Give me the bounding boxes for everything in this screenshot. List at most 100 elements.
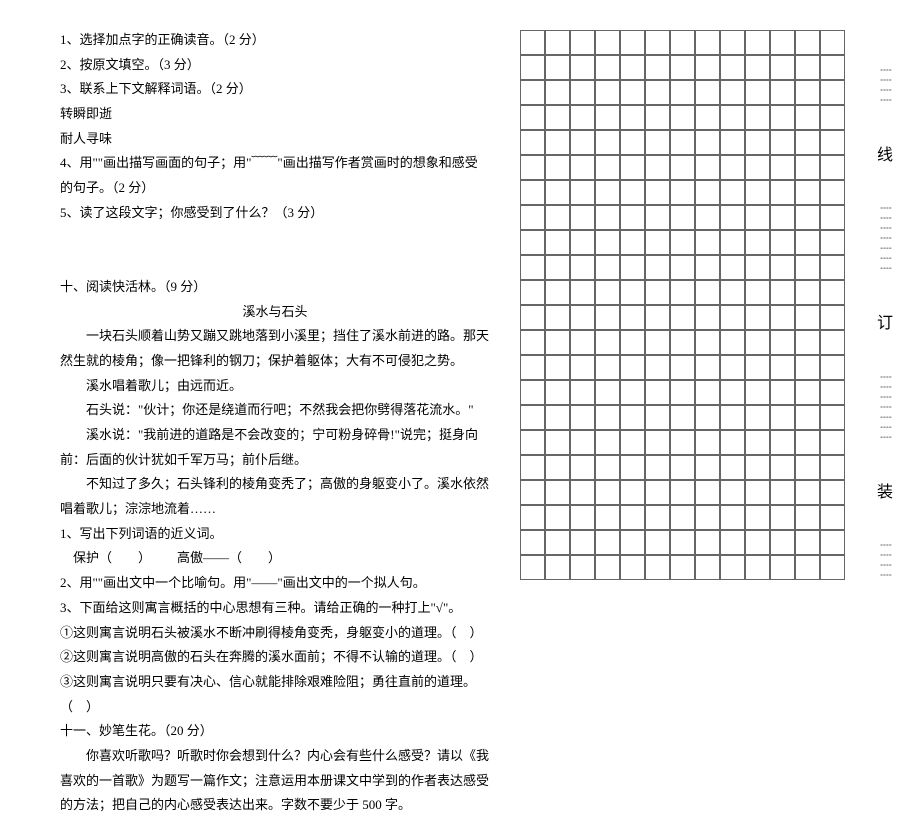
grid-cell — [545, 55, 570, 80]
grid-cell — [820, 80, 845, 105]
grid-cell — [745, 330, 770, 355]
grid-cell — [520, 80, 545, 105]
grid-cell — [570, 330, 595, 355]
bind-char-ding: 订 — [877, 309, 893, 339]
grid-cell — [570, 230, 595, 255]
grid-cell — [795, 530, 820, 555]
grid-cell — [820, 380, 845, 405]
grid-cell — [570, 405, 595, 430]
grid-cell — [545, 230, 570, 255]
blank-label-1d: ） — [268, 550, 281, 565]
grid-cell — [545, 455, 570, 480]
grid-cell — [545, 105, 570, 130]
grid-cell — [570, 430, 595, 455]
grid-cell — [695, 105, 720, 130]
grid-cell — [820, 205, 845, 230]
grid-cell — [645, 505, 670, 530]
grid-cell — [695, 555, 720, 580]
grid-cell — [620, 130, 645, 155]
grid-cell — [695, 205, 720, 230]
grid-cell — [545, 155, 570, 180]
passage-p1: 一块石头顺着山势又蹦又跳地落到小溪里；挡住了溪水前进的路。那天然生就的棱角；像一… — [60, 324, 490, 373]
grid-cell — [570, 555, 595, 580]
grid-cell — [645, 380, 670, 405]
dots-icon: ┊┊┊┊┊┊┊ — [876, 205, 895, 275]
grid-cell — [595, 530, 620, 555]
bind-char-xian: 线 — [877, 141, 893, 171]
grid-cell — [770, 255, 795, 280]
grid-cell — [695, 130, 720, 155]
grid-cell — [670, 355, 695, 380]
grid-cell — [620, 380, 645, 405]
grid-cell — [745, 380, 770, 405]
grid-cell — [645, 555, 670, 580]
grid-cell — [720, 555, 745, 580]
grid-cell — [770, 505, 795, 530]
grid-cell — [670, 255, 695, 280]
grid-cell — [745, 505, 770, 530]
grid-cell — [520, 105, 545, 130]
grid-cell — [645, 480, 670, 505]
grid-cell — [620, 530, 645, 555]
grid-cell — [645, 80, 670, 105]
grid-cell — [620, 305, 645, 330]
grid-cell — [595, 405, 620, 430]
grid-cell — [770, 155, 795, 180]
blank-label-1c: 高傲——（ — [177, 550, 242, 565]
grid-cell — [820, 155, 845, 180]
grid-cell — [795, 380, 820, 405]
grid-cell — [545, 555, 570, 580]
grid-cell — [595, 505, 620, 530]
grid-cell — [520, 230, 545, 255]
blank-label-1a: 保护（ — [73, 550, 112, 565]
grid-cell — [720, 205, 745, 230]
grid-cell — [795, 280, 820, 305]
grid-cell — [745, 230, 770, 255]
grid-cell — [820, 505, 845, 530]
grid-cell — [720, 80, 745, 105]
grid-cell — [595, 55, 620, 80]
grid-cell — [670, 230, 695, 255]
grid-cell — [670, 405, 695, 430]
grid-cell — [820, 405, 845, 430]
grid-cell — [595, 130, 620, 155]
grid-cell — [770, 305, 795, 330]
grid-cell — [670, 505, 695, 530]
grid-cell — [770, 205, 795, 230]
grid-cell — [570, 455, 595, 480]
grid-cell — [770, 180, 795, 205]
grid-cell — [695, 455, 720, 480]
grid-cell — [520, 30, 545, 55]
grid-cell — [745, 355, 770, 380]
grid-cell — [620, 505, 645, 530]
grid-cell — [795, 480, 820, 505]
grid-cell — [570, 505, 595, 530]
grid-cell — [620, 555, 645, 580]
grid-cell — [595, 80, 620, 105]
grid-cell — [720, 130, 745, 155]
grid-cell — [545, 280, 570, 305]
passage-p4: 溪水说："我前进的道路是不会改变的；宁可粉身碎骨!"说完；挺身向前：后面的伙计犹… — [60, 423, 490, 472]
dots-icon: ┊┊┊┊ — [876, 67, 895, 107]
grid-cell — [820, 30, 845, 55]
grid-cell — [820, 130, 845, 155]
question-1: 1、选择加点字的正确读音。（2 分） — [60, 28, 490, 53]
grid-cell — [720, 255, 745, 280]
grid-cell — [820, 230, 845, 255]
grid-cell — [820, 330, 845, 355]
grid-cell — [820, 355, 845, 380]
grid-cell — [670, 55, 695, 80]
grid-cell — [745, 155, 770, 180]
grid-cell — [795, 305, 820, 330]
grid-cell — [770, 355, 795, 380]
grid-cell — [670, 205, 695, 230]
grid-cell — [670, 555, 695, 580]
grid-cell — [620, 230, 645, 255]
grid-cell — [645, 430, 670, 455]
grid-cell — [595, 155, 620, 180]
grid-cell — [720, 180, 745, 205]
question-3: 3、联系上下文解释词语。（2 分） — [60, 77, 490, 102]
grid-cell — [770, 280, 795, 305]
grid-cell — [770, 480, 795, 505]
reading-q2: 2、用""画出文中一个比喻句。用"——"画出文中的一个拟人句。 — [60, 571, 490, 596]
